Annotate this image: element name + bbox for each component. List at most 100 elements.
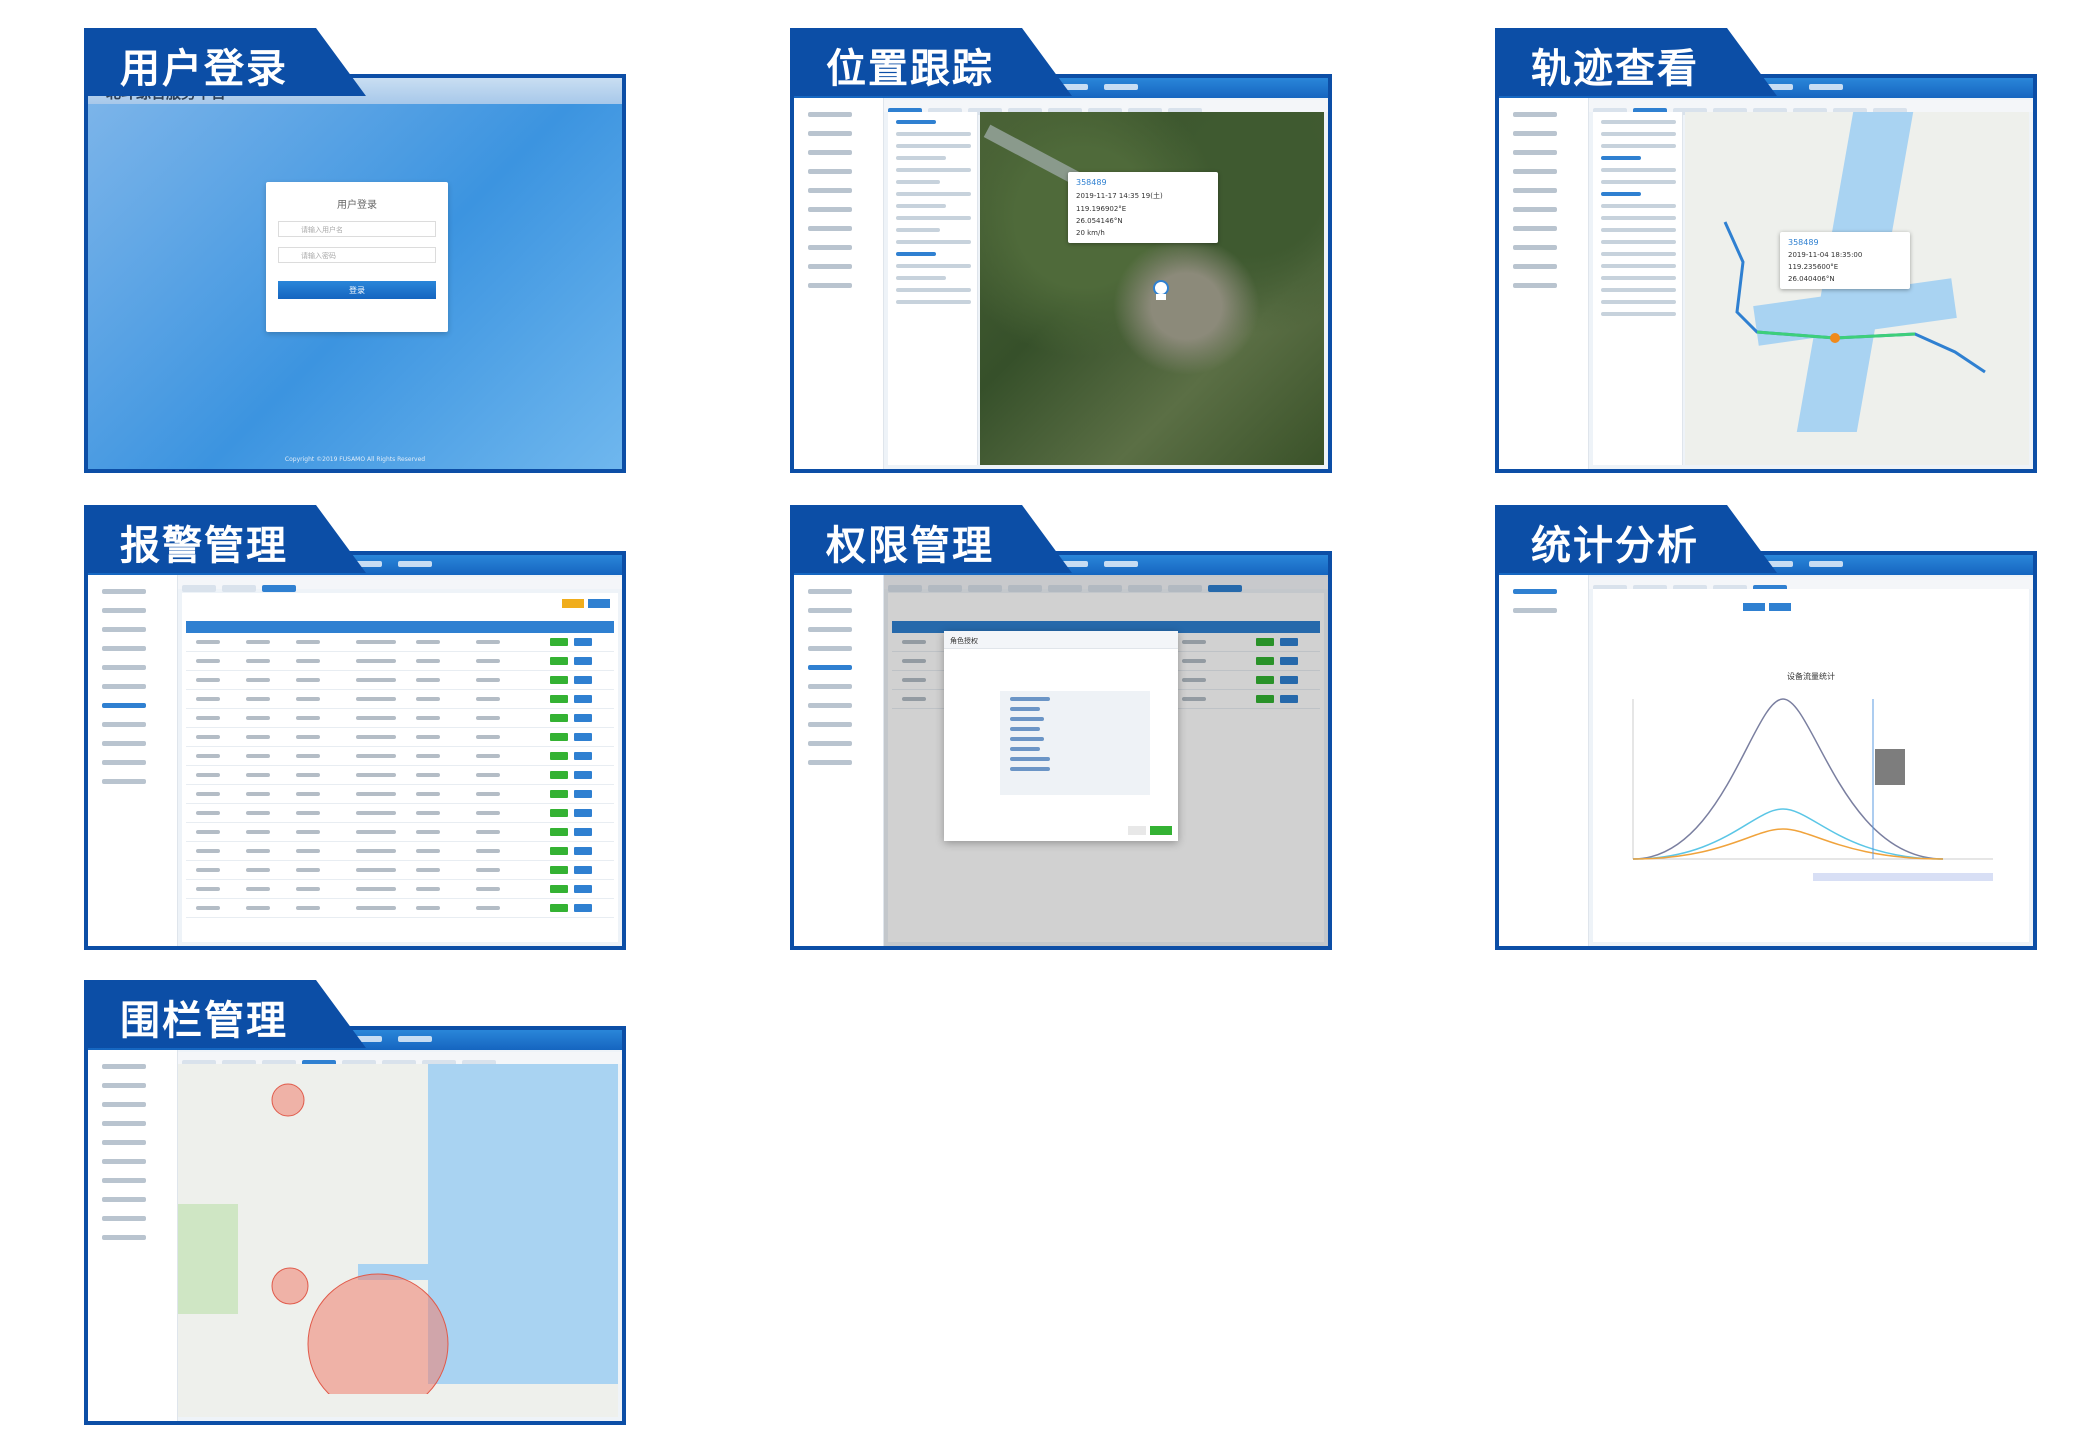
row-action-button[interactable] [550,885,568,893]
row-action-button[interactable] [550,847,568,855]
row-detail-button[interactable] [574,904,592,912]
row-detail-button[interactable] [574,790,592,798]
role-authorization-modal: 角色授权 [944,631,1178,841]
panel-trajectory: 北斗综合服务平台 358489 2019-11-04 18:35:00 119.… [1495,28,2037,473]
panel-title-tab: 统计分析 [1495,505,1777,573]
row-action-button[interactable] [550,866,568,874]
row-action-button[interactable] [550,904,568,912]
row-detail-button[interactable] [574,638,592,646]
table-row [186,823,614,842]
confirm-button[interactable] [1150,826,1172,835]
sidebar-menu[interactable] [88,1050,178,1421]
table-row [186,709,614,728]
reset-button[interactable] [1769,603,1791,611]
row-detail-button[interactable] [574,828,592,836]
vehicle-id: 358489 [1788,238,1819,247]
geofence-circles [178,1083,449,1394]
sidebar-menu[interactable] [794,575,884,946]
panel-statistics: 北斗综合服务平台 设备流量统计 统计分析 [1495,505,2037,950]
table-header [186,621,614,633]
row-detail-button[interactable] [574,847,592,855]
table-row [186,880,614,899]
panel-fence: 北斗综合服务平台 围栏管理 [84,980,626,1425]
row-action-button[interactable] [550,828,568,836]
street-map[interactable]: 358489 2019-11-04 18:35:00 119.235600°E … [1685,112,2029,465]
row-detail-button[interactable] [574,771,592,779]
page-tabs[interactable] [178,577,622,592]
table-row [186,671,614,690]
row-detail-button[interactable] [574,885,592,893]
panel-title-tab: 轨迹查看 [1495,28,1777,96]
sidebar-menu[interactable] [1499,98,1589,469]
row-detail-button[interactable] [574,809,592,817]
row-detail-button[interactable] [574,676,592,684]
row-action-button[interactable] [550,809,568,817]
table-row [186,861,614,880]
permission-screenshot: 北斗综合服务平台 角色授权 [790,551,1332,950]
vehicle-marker-icon[interactable] [1152,280,1170,302]
page-tabs[interactable] [1589,100,2033,115]
trajectory-info-popup: 358489 2019-11-04 18:35:00 119.235600°E … [1780,232,1910,289]
page-tabs[interactable] [884,100,1328,115]
satellite-map[interactable]: 358489 2019-11-17 14:35 19(土) 119.196902… [980,112,1324,465]
row-action-button[interactable] [550,752,568,760]
permission-tree[interactable] [1000,691,1150,795]
table-row [186,804,614,823]
login-form: 用户登录 请输入用户名 请输入密码 登录 [266,182,448,332]
row-detail-button[interactable] [574,733,592,741]
cancel-button[interactable] [1128,826,1146,835]
page-tabs[interactable] [1589,577,2033,592]
fence-screenshot: 北斗综合服务平台 [84,1026,626,1425]
row-detail-button[interactable] [574,695,592,703]
row-action-button[interactable] [550,695,568,703]
popup-time: 2019-11-04 18:35:00 [1788,251,1863,259]
row-detail-button[interactable] [574,752,592,760]
row-action-button[interactable] [550,790,568,798]
trajectory-query-panel[interactable] [1593,112,1683,465]
table-row [186,652,614,671]
login-button[interactable]: 登录 [278,281,436,299]
password-field[interactable]: 请输入密码 [278,247,436,263]
row-detail-button[interactable] [574,714,592,722]
row-action-button[interactable] [550,657,568,665]
panel-alarm: 北斗综合服务平台 报警管理 [84,505,626,950]
panel-title: 轨迹查看 [1531,46,1699,92]
row-action-button[interactable] [550,733,568,741]
panel-title: 用户登录 [120,46,288,92]
tracking-screenshot: 北斗综合服务平台 358489 2019-11-17 14:35 19(土) 1… [790,74,1332,473]
export-button[interactable] [562,599,584,608]
table-row [186,690,614,709]
row-action-button[interactable] [550,676,568,684]
sidebar-menu[interactable] [88,575,178,946]
vehicle-info-popup: 358489 2019-11-17 14:35 19(土) 119.196902… [1068,172,1218,243]
panel-permission: 北斗综合服务平台 角色授权 权限管理 [790,505,1332,950]
row-action-button[interactable] [550,638,568,646]
username-field[interactable]: 请输入用户名 [278,221,436,237]
table-row [186,899,614,918]
row-detail-button[interactable] [574,657,592,665]
search-button[interactable] [588,599,610,608]
popup-speed: 20 km/h [1076,229,1105,237]
vehicle-id: 358489 [1076,178,1107,187]
popup-time: 2019-11-17 14:35 19(土) [1076,192,1163,200]
sidebar-menu[interactable] [794,98,884,469]
query-button[interactable] [1743,603,1765,611]
table-row [186,785,614,804]
panel-title: 统计分析 [1531,523,1699,569]
page-tabs[interactable] [178,1052,622,1067]
row-action-button[interactable] [550,771,568,779]
flow-line-chart [1632,698,1993,881]
fence-map[interactable] [178,1064,618,1417]
panel-tracking: 北斗综合服务平台 358489 2019-11-17 14:35 19(土) 1… [790,28,1332,473]
sidebar-menu[interactable] [1499,575,1589,946]
alarm-table-area [182,593,618,942]
popup-longitude: 119.235600°E [1788,263,1839,271]
vehicle-list[interactable] [888,112,978,465]
table-row [186,728,614,747]
statistics-chart-area: 设备流量统计 [1593,589,2029,942]
row-action-button[interactable] [550,714,568,722]
table-row [186,747,614,766]
panel-title: 报警管理 [120,523,288,569]
row-detail-button[interactable] [574,866,592,874]
panel-title: 位置跟踪 [826,46,994,92]
